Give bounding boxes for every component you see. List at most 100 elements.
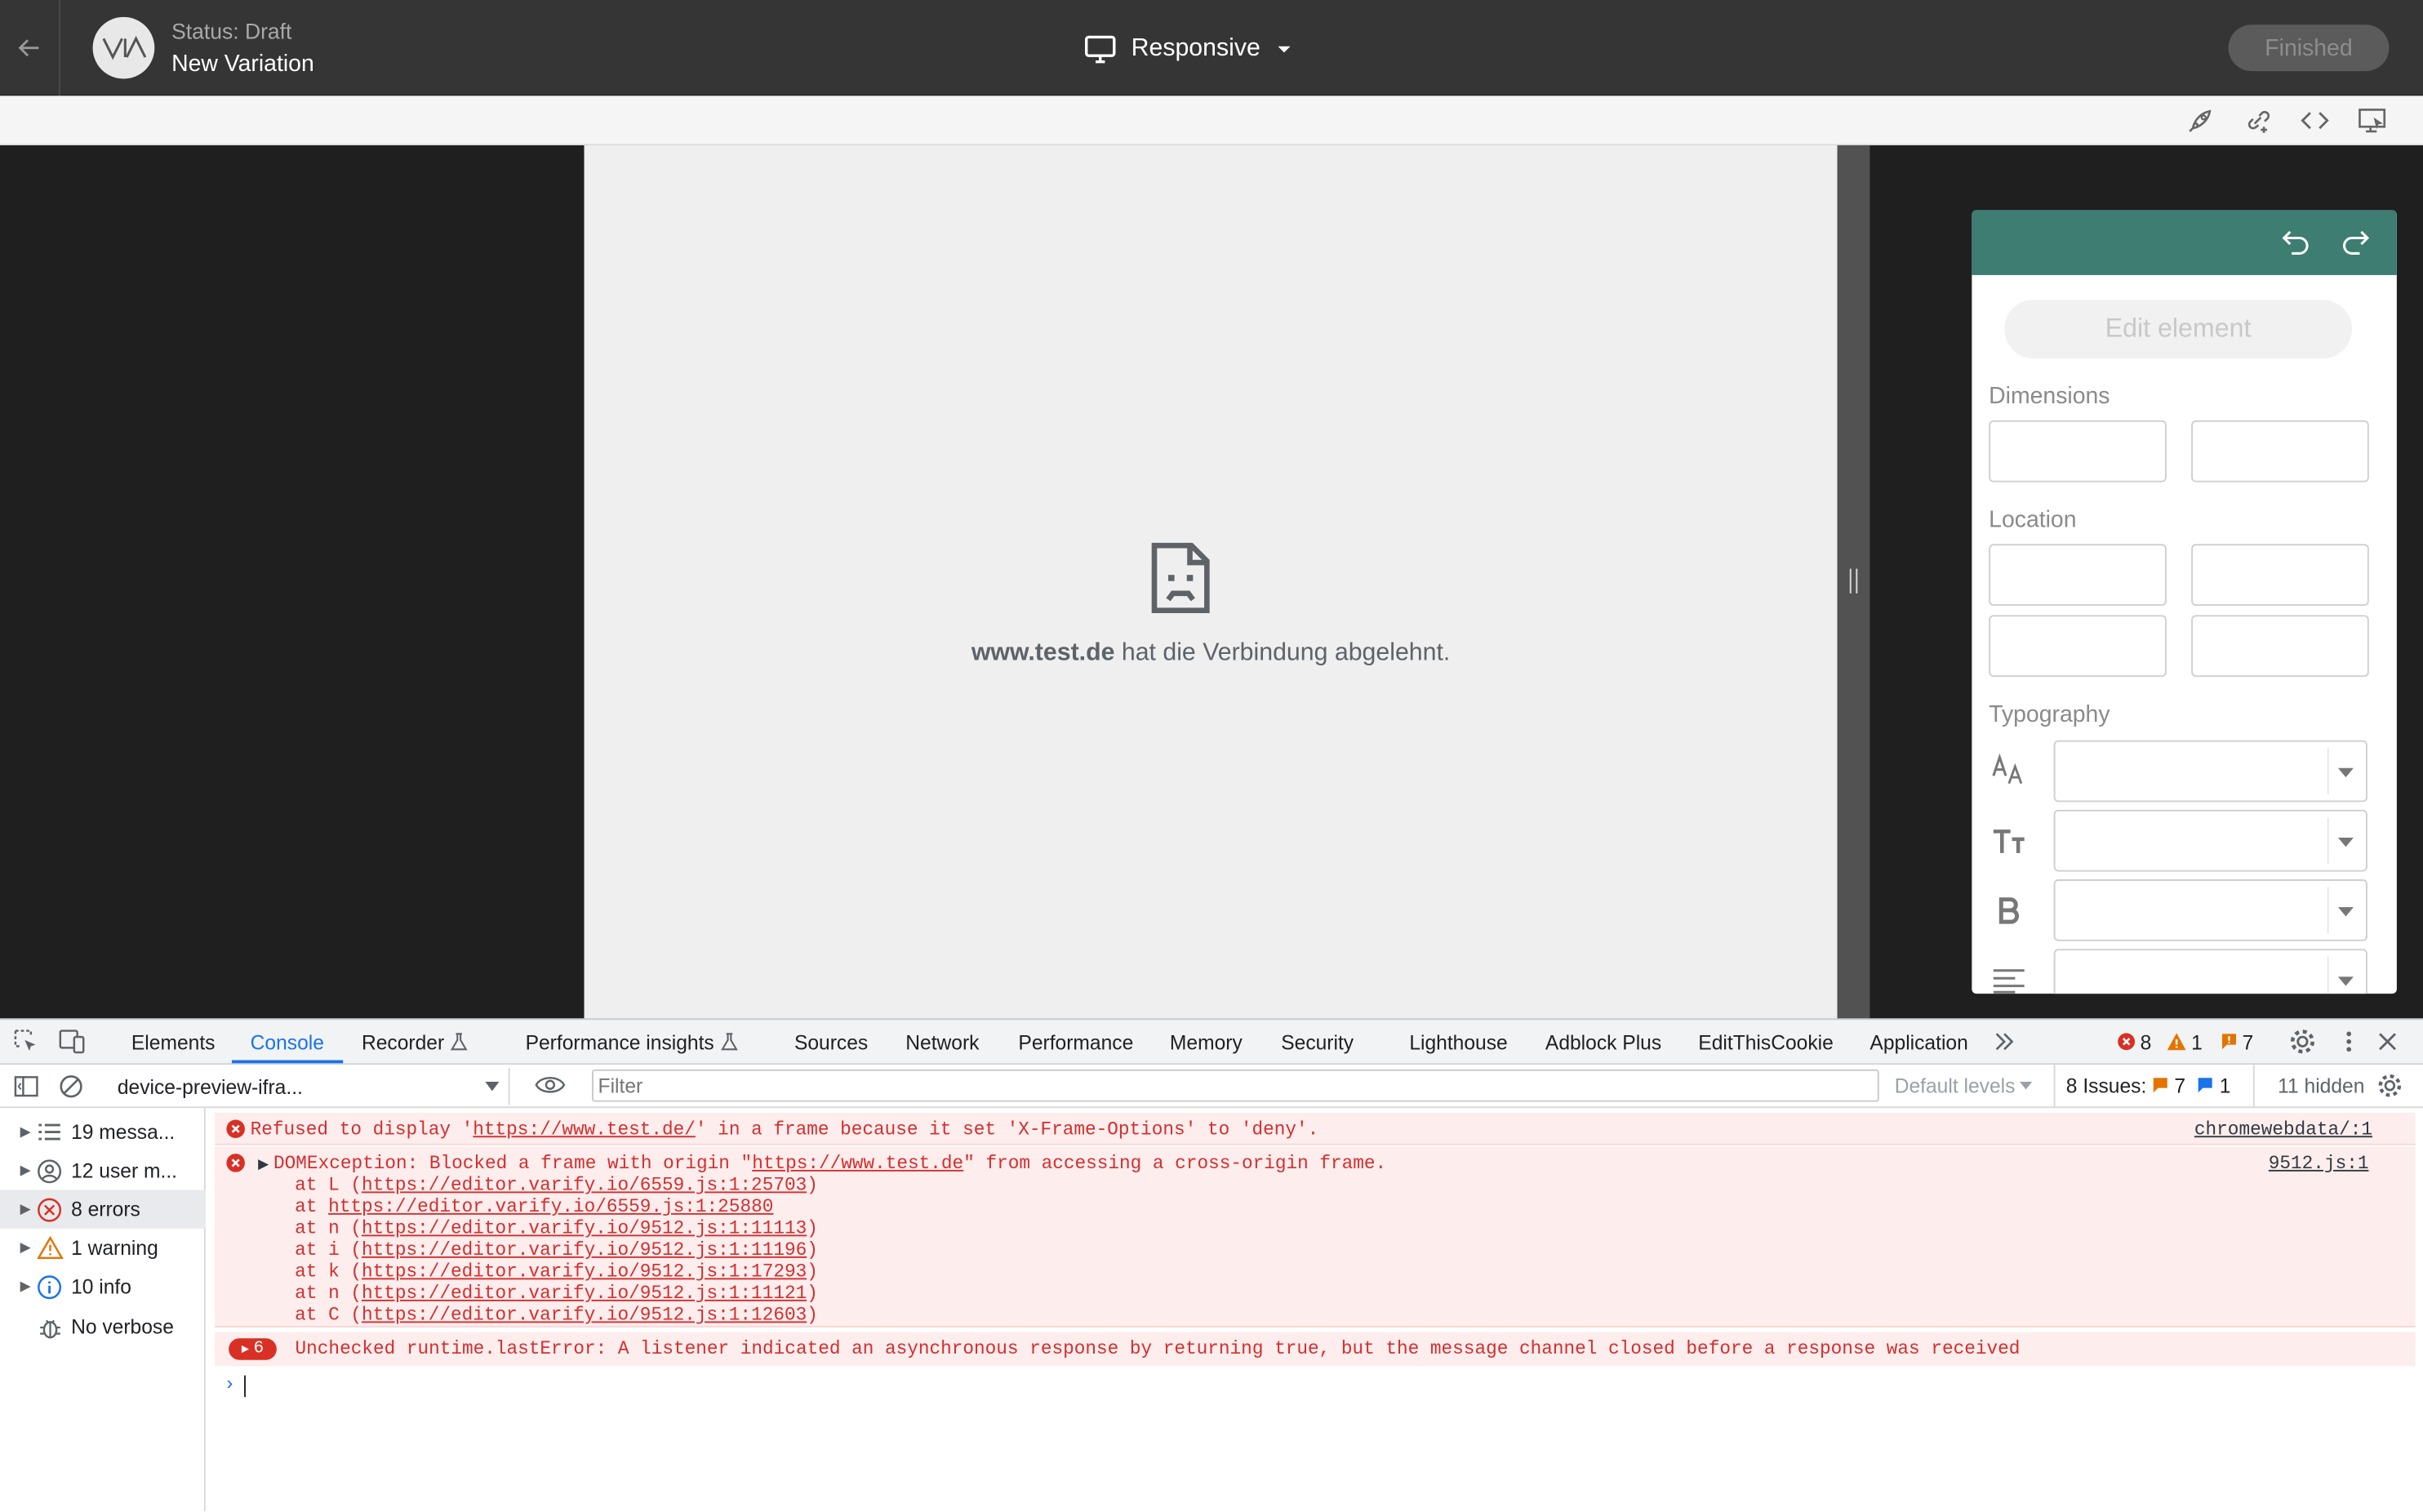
message-text-part: Refused to display ' xyxy=(250,1118,473,1141)
redo-icon[interactable] xyxy=(2340,227,2371,258)
varify-logo xyxy=(92,16,155,79)
issue-info-icon xyxy=(2198,1078,2213,1093)
text-align-select[interactable] xyxy=(2053,949,2367,994)
device-toolbar-icon[interactable] xyxy=(59,1029,87,1054)
issues-info-count: 1 xyxy=(2219,1074,2231,1097)
stack-link[interactable]: https://editor.varify.io/9512.js:1:12603 xyxy=(362,1305,807,1327)
sidebar-item-label: 8 errors xyxy=(71,1197,140,1221)
issue-warning-icon xyxy=(2153,1078,2167,1093)
stack-link[interactable]: https://editor.varify.io/9512.js:1:17293 xyxy=(362,1261,807,1283)
top-field[interactable] xyxy=(1989,544,2167,607)
tab-performance[interactable]: Performance xyxy=(1018,1018,1133,1065)
tab-lighthouse[interactable]: Lighthouse xyxy=(1409,1018,1507,1065)
message-link[interactable]: https://www.test.de/ xyxy=(473,1118,696,1141)
font-weight-select[interactable] xyxy=(2053,879,2367,941)
preview-device-icon[interactable] xyxy=(2357,105,2388,136)
tab-adblock-plus[interactable]: Adblock Plus xyxy=(1545,1018,1661,1065)
log-levels-dropdown[interactable]: Default levels xyxy=(1895,1074,2033,1097)
repeat-count-badge[interactable]: ▶ 6 xyxy=(229,1338,277,1360)
tab-elements[interactable]: Elements xyxy=(131,1018,216,1065)
code-icon[interactable] xyxy=(2300,105,2331,136)
sidebar-item-label: 10 info xyxy=(71,1274,131,1299)
resize-handle[interactable] xyxy=(1849,568,1858,594)
stack-link[interactable]: https://editor.varify.io/9512.js:1:11113 xyxy=(362,1218,807,1240)
sidebar-item-errors[interactable]: ▶ 8 errors xyxy=(0,1190,206,1229)
width-field[interactable] xyxy=(1989,420,2167,483)
stack-frame: at n (https://editor.varify.io/9512.js:1… xyxy=(250,1217,818,1240)
edit-panel: Edit element Dimensions Location Typogra… xyxy=(1972,210,2397,994)
error-icon xyxy=(2118,1033,2136,1051)
message-source-link[interactable]: 9512.js:1 xyxy=(2269,1153,2369,1175)
issues-summary[interactable]: 8 Issues: 7 1 xyxy=(2066,1074,2231,1097)
console-prompt-icon: › xyxy=(224,1373,236,1396)
message-link[interactable]: https://www.test.de xyxy=(752,1153,963,1175)
add-link-icon[interactable] xyxy=(2243,105,2274,136)
font-family-select[interactable] xyxy=(2053,740,2367,803)
stack-link[interactable]: https://editor.varify.io/9512.js:1:11196 xyxy=(362,1239,807,1261)
message-text-part: DOMException: Blocked a frame with origi… xyxy=(273,1153,753,1175)
device-selector[interactable]: Responsive xyxy=(1085,31,1292,68)
more-tabs-icon[interactable] xyxy=(1994,1018,2016,1065)
close-devtools-icon[interactable] xyxy=(2378,1018,2397,1065)
live-expression-eye-icon[interactable] xyxy=(535,1074,566,1096)
expand-arrow-icon[interactable]: ▶ xyxy=(258,1156,269,1173)
sidebar-item-verbose[interactable]: No verbose xyxy=(0,1307,206,1345)
console-settings-icon[interactable] xyxy=(2376,1073,2403,1099)
dimensions-heading: Dimensions xyxy=(1989,383,2110,410)
message-text-part: ' in a frame because it set 'X-Frame-Opt… xyxy=(695,1118,1319,1141)
bug-icon xyxy=(39,1319,60,1338)
error-host: www.test.de xyxy=(971,639,1115,666)
sidebar-toggle-icon[interactable] xyxy=(14,1074,38,1099)
error-count-badge[interactable]: 8 xyxy=(2117,1018,2151,1065)
tab-memory[interactable]: Memory xyxy=(1170,1018,1243,1065)
error-icon xyxy=(38,1197,62,1221)
font-size-select[interactable] xyxy=(2053,809,2367,872)
stack-link[interactable]: https://editor.varify.io/6559.js:1:25880 xyxy=(328,1196,773,1218)
error-icon xyxy=(225,1153,246,1173)
message-text: Unchecked runtime.lastError: A listener … xyxy=(295,1338,2021,1360)
message-text: Refused to display 'https://www.test.de/… xyxy=(251,1118,1319,1141)
sidebar-item-warnings[interactable]: ▶ 1 warning xyxy=(0,1229,206,1267)
tab-application[interactable]: Application xyxy=(1869,1018,1967,1065)
tab-console[interactable]: Console xyxy=(251,1018,324,1065)
flask-icon xyxy=(721,1033,739,1051)
error-text: hat die Verbindung abgelehnt. xyxy=(1114,639,1451,666)
more-options-icon[interactable] xyxy=(2341,1018,2357,1065)
tab-performance-insights[interactable]: Performance insights xyxy=(526,1018,739,1065)
typography-heading: Typography xyxy=(1989,701,2110,728)
tab-editthiscookie[interactable]: EditThisCookie xyxy=(1698,1018,1834,1065)
error-icon xyxy=(225,1118,246,1139)
bottom-field[interactable] xyxy=(1989,615,2167,678)
caret-down-icon xyxy=(1277,46,1290,53)
warning-count-badge[interactable]: 1 xyxy=(2167,1018,2203,1065)
stack-link[interactable]: https://editor.varify.io/9512.js:1:11121 xyxy=(362,1283,807,1305)
console-filter-input[interactable] xyxy=(591,1069,1879,1102)
height-field[interactable] xyxy=(2191,420,2369,483)
sidebar-item-info[interactable]: ▶ 10 info xyxy=(0,1267,206,1305)
back-button[interactable] xyxy=(0,0,60,96)
sidebar-item-messages[interactable]: ▶ 19 messa... xyxy=(0,1113,206,1151)
clear-console-icon[interactable] xyxy=(59,1074,83,1099)
tab-recorder[interactable]: Recorder xyxy=(362,1018,469,1065)
stack-link[interactable]: https://editor.varify.io/6559.js:1:25703 xyxy=(362,1175,807,1197)
stack-trace: at L (https://editor.varify.io/6559.js:1… xyxy=(251,1175,818,1327)
finished-button[interactable]: Finished xyxy=(2228,24,2390,72)
inspect-element-icon[interactable] xyxy=(14,1029,38,1054)
undo-icon[interactable] xyxy=(2281,227,2312,258)
settings-icon[interactable] xyxy=(2288,1018,2316,1065)
rocket-icon[interactable] xyxy=(2185,105,2216,136)
tab-security[interactable]: Security xyxy=(1281,1018,1354,1065)
sidebar-item-user-messages[interactable]: ▶ 12 user m... xyxy=(0,1151,206,1190)
tab-sources[interactable]: Sources xyxy=(794,1018,868,1065)
right-field[interactable] xyxy=(2191,544,2369,607)
issues-count-badge[interactable]: 7 xyxy=(2221,1018,2253,1065)
left-field[interactable] xyxy=(2191,615,2369,678)
tab-network[interactable]: Network xyxy=(905,1018,979,1065)
message-source-link[interactable]: chromewebdata/:1 xyxy=(2194,1118,2372,1141)
hidden-count: 11 hidden xyxy=(2278,1074,2365,1097)
expand-arrow-icon: ▶ xyxy=(241,1342,249,1357)
console-input-cursor[interactable] xyxy=(244,1375,246,1398)
sidebar-item-label: No verbose xyxy=(71,1314,174,1339)
context-selector[interactable]: device-preview-ifra... xyxy=(105,1067,510,1105)
edit-element-button[interactable]: Edit element xyxy=(2004,300,2352,359)
